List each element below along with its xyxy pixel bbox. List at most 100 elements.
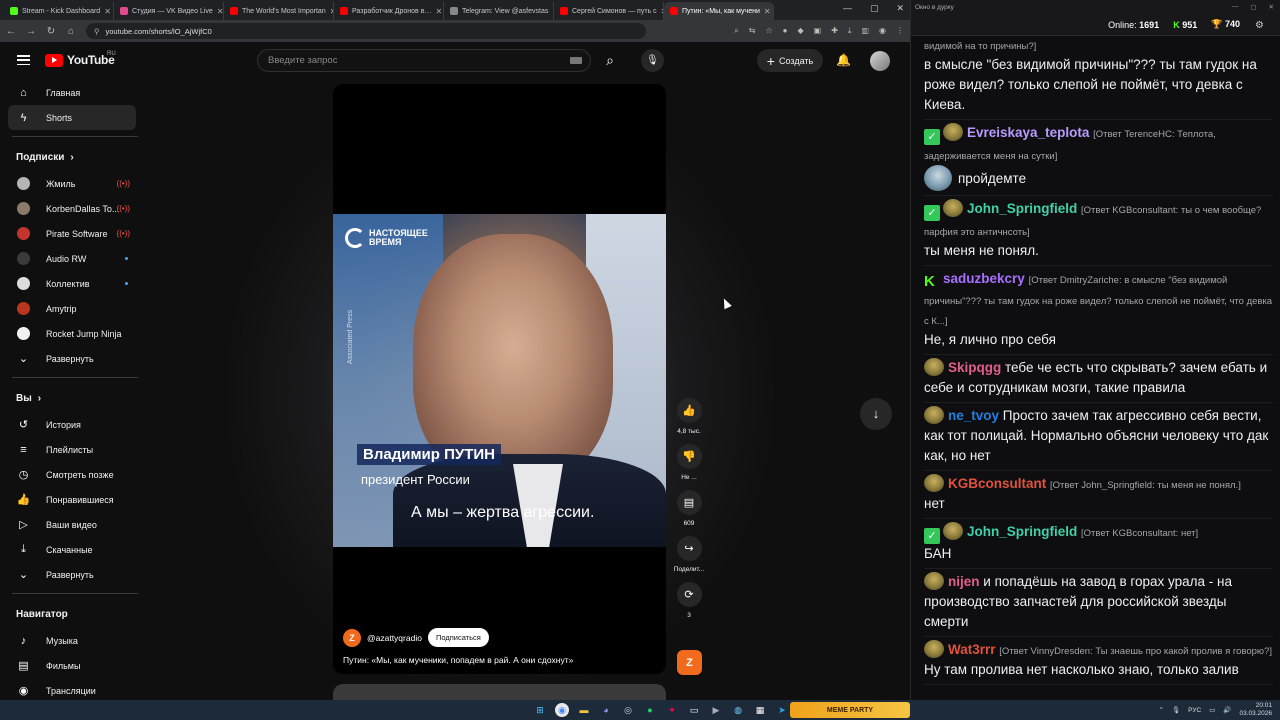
tray-chevron-icon[interactable]: ⌃ — [1158, 706, 1163, 714]
windows-start-icon[interactable]: ⊞ — [533, 703, 547, 717]
browser-tab[interactable]: Разработчик Дронов в… ✕ — [334, 2, 444, 20]
sidebar-item[interactable]: ⤓ Скачанные — [0, 537, 150, 562]
forward-icon[interactable]: → — [26, 26, 36, 37]
subscription-channel[interactable]: Audio RW — [0, 246, 150, 271]
explorer-icon[interactable]: ▬ — [577, 703, 591, 717]
channel-avatar[interactable]: Z — [343, 628, 361, 647]
close-icon[interactable]: ✕ — [764, 7, 771, 16]
mic-icon[interactable]: 🎙 — [1172, 706, 1180, 714]
browser-tab[interactable]: Telegram: View @asfevstas✕ — [444, 2, 554, 20]
home-icon[interactable]: ⌂ — [66, 26, 76, 37]
back-icon[interactable]: ← — [6, 26, 16, 37]
chat-username[interactable]: John_Springfield — [967, 524, 1077, 539]
short-player[interactable]: НАСТОЯЩЕЕ ВРЕМЯ Associated Press Владими… — [333, 84, 666, 674]
sidebar-section-heading[interactable]: Навигатор — [0, 600, 150, 628]
subscription-channel[interactable]: Amytrip — [0, 296, 150, 321]
sidebar-item[interactable]: ◉ Трансляции — [0, 678, 150, 700]
sidebar-item[interactable]: 👍 Понравившиеся — [0, 487, 150, 512]
search-input[interactable]: Введите запрос — [257, 49, 591, 72]
sidebar-section-heading[interactable]: Подписки › — [0, 143, 150, 171]
thumb-down-icon[interactable]: 👎 — [676, 444, 702, 469]
reload-icon[interactable]: ↻ — [46, 26, 56, 37]
chat-username[interactable]: KGBconsultant — [948, 476, 1046, 491]
create-button[interactable]: + Создать — [757, 49, 823, 72]
chat-username[interactable]: Skipqgg — [948, 360, 1001, 375]
url-field[interactable]: ⚲ youtube.com/shorts/lO_AjWjfC0 — [86, 23, 646, 39]
meme-party-banner[interactable]: MEME PARTY — [790, 702, 910, 718]
menu-dots-icon[interactable]: ⋮ — [896, 26, 904, 36]
sidebar-item[interactable]: ▷ Ваши видео — [0, 512, 150, 537]
translate-icon[interactable]: ⇆ — [749, 26, 756, 36]
volume-icon[interactable]: 🔊 — [1223, 706, 1231, 714]
maximize-icon[interactable]: ▢ — [1250, 3, 1256, 11]
telegram-icon[interactable]: ➤ — [775, 703, 789, 717]
zoom-icon[interactable]: ⌕ — [734, 26, 738, 36]
browser-tab[interactable]: Stream - Kick Dashboard ✕ — [4, 2, 114, 20]
bookmark-star-icon[interactable]: ☆ — [765, 26, 772, 36]
close-icon[interactable]: ✕ — [896, 3, 904, 14]
channel-handle[interactable]: @azattyqradio — [367, 633, 422, 643]
search-icon[interactable]: ⌕ — [593, 49, 627, 72]
share-icon[interactable]: ↪ — [676, 536, 702, 561]
account-avatar[interactable] — [870, 51, 890, 71]
language-indicator[interactable]: РУС — [1188, 707, 1201, 714]
chat-username[interactable]: nijen — [948, 574, 980, 589]
sidebar-item[interactable]: ↺ История — [0, 412, 150, 437]
sidebar-item[interactable]: ⌂ Главная — [0, 80, 150, 105]
sidebar-item[interactable]: ϟ Shorts — [8, 105, 136, 130]
subscription-channel[interactable]: Коллектив — [0, 271, 150, 296]
chat-username[interactable]: saduzbekcry — [943, 271, 1025, 286]
short-video-frame[interactable]: НАСТОЯЩЕЕ ВРЕМЯ Associated Press Владими… — [333, 214, 666, 547]
reply-context[interactable]: [Ответ John_Springfield: ты меня не поня… — [1050, 480, 1241, 491]
sidebar-item[interactable]: ♪ Музыка — [0, 628, 150, 653]
network-icon[interactable]: ▭ — [1209, 706, 1215, 714]
browser-tab[interactable]: Путин: «Мы, как мучени ✕ — [664, 2, 774, 20]
sidebar-item[interactable]: ▤ Фильмы — [0, 653, 150, 678]
reply-context[interactable]: [Ответ KGBconsultant: нет] — [1081, 528, 1198, 539]
remix-icon[interactable]: ⟳ — [676, 582, 702, 607]
maximize-icon[interactable]: ▢ — [870, 3, 879, 14]
sidebar-icon[interactable]: ▥ — [861, 26, 869, 36]
thumb-up-icon[interactable]: 👍 — [676, 398, 702, 423]
sound-source-icon[interactable]: Z — [677, 650, 702, 675]
app-icon[interactable]: ▭ — [687, 703, 701, 717]
close-icon[interactable]: ✕ — [104, 7, 111, 16]
subscribe-button[interactable]: Подписаться — [427, 628, 489, 647]
comment-icon[interactable]: ▤ — [676, 490, 702, 515]
subscription-channel[interactable]: Pirate Software ((•)) — [0, 221, 150, 246]
app-icon[interactable]: ✦ — [665, 703, 679, 717]
next-short-preview[interactable] — [333, 684, 666, 700]
minimize-icon[interactable]: — — [1232, 3, 1239, 11]
gear-icon[interactable]: ⚙ — [1255, 20, 1264, 31]
extension-icon[interactable]: ● — [783, 26, 788, 36]
app-icon[interactable]: ▶ — [709, 703, 723, 717]
keyboard-icon[interactable] — [570, 57, 582, 64]
extensions-puzzle-icon[interactable]: ✚ — [831, 26, 838, 36]
notifications-bell-icon[interactable]: 🔔 — [836, 53, 851, 67]
profile-icon[interactable]: ◉ — [879, 26, 886, 36]
sidebar-item[interactable]: ⌄ Развернуть — [0, 562, 150, 587]
minimize-icon[interactable]: — — [843, 3, 852, 14]
close-icon[interactable]: ✕ — [435, 7, 442, 16]
next-short-arrow-icon[interactable]: ↓ — [860, 398, 892, 430]
chat-username[interactable]: Wat3rrr — [948, 642, 996, 657]
youtube-logo[interactable]: YouTube — [45, 53, 115, 67]
app-icon[interactable]: ▦ — [753, 703, 767, 717]
reply-context[interactable]: [Ответ VinnyDresden: Ты знаешь про какой… — [999, 646, 1272, 657]
subscription-channel[interactable]: KorbenDallas To... ((•)) — [0, 196, 150, 221]
browser-tab[interactable]: Студия — VK Видео Live ✕ — [114, 2, 224, 20]
sidebar-item[interactable]: ≡ Плейлисты — [0, 437, 150, 462]
sidebar-section-heading[interactable]: Вы › — [0, 384, 150, 412]
subscription-channel[interactable]: Жмиль ((•)) — [0, 171, 150, 196]
close-icon[interactable]: ✕ — [217, 7, 223, 16]
spotify-icon[interactable]: ● — [643, 703, 657, 717]
menu-icon[interactable] — [17, 55, 30, 65]
chat-username[interactable]: ne_tvoy — [948, 408, 999, 423]
close-icon[interactable]: ✕ — [1269, 3, 1274, 11]
chrome-icon[interactable]: ◉ — [555, 703, 569, 717]
chat-username[interactable]: John_Springfield — [967, 201, 1077, 216]
reply-context[interactable]: видимой на то причины?] — [924, 39, 1273, 55]
microphone-icon[interactable]: 🎙 — [641, 49, 664, 72]
sidebar-item[interactable]: ⌄ Развернуть — [0, 346, 150, 371]
browser-tab[interactable]: Сергей Симонов — путь с✕ — [554, 2, 664, 20]
